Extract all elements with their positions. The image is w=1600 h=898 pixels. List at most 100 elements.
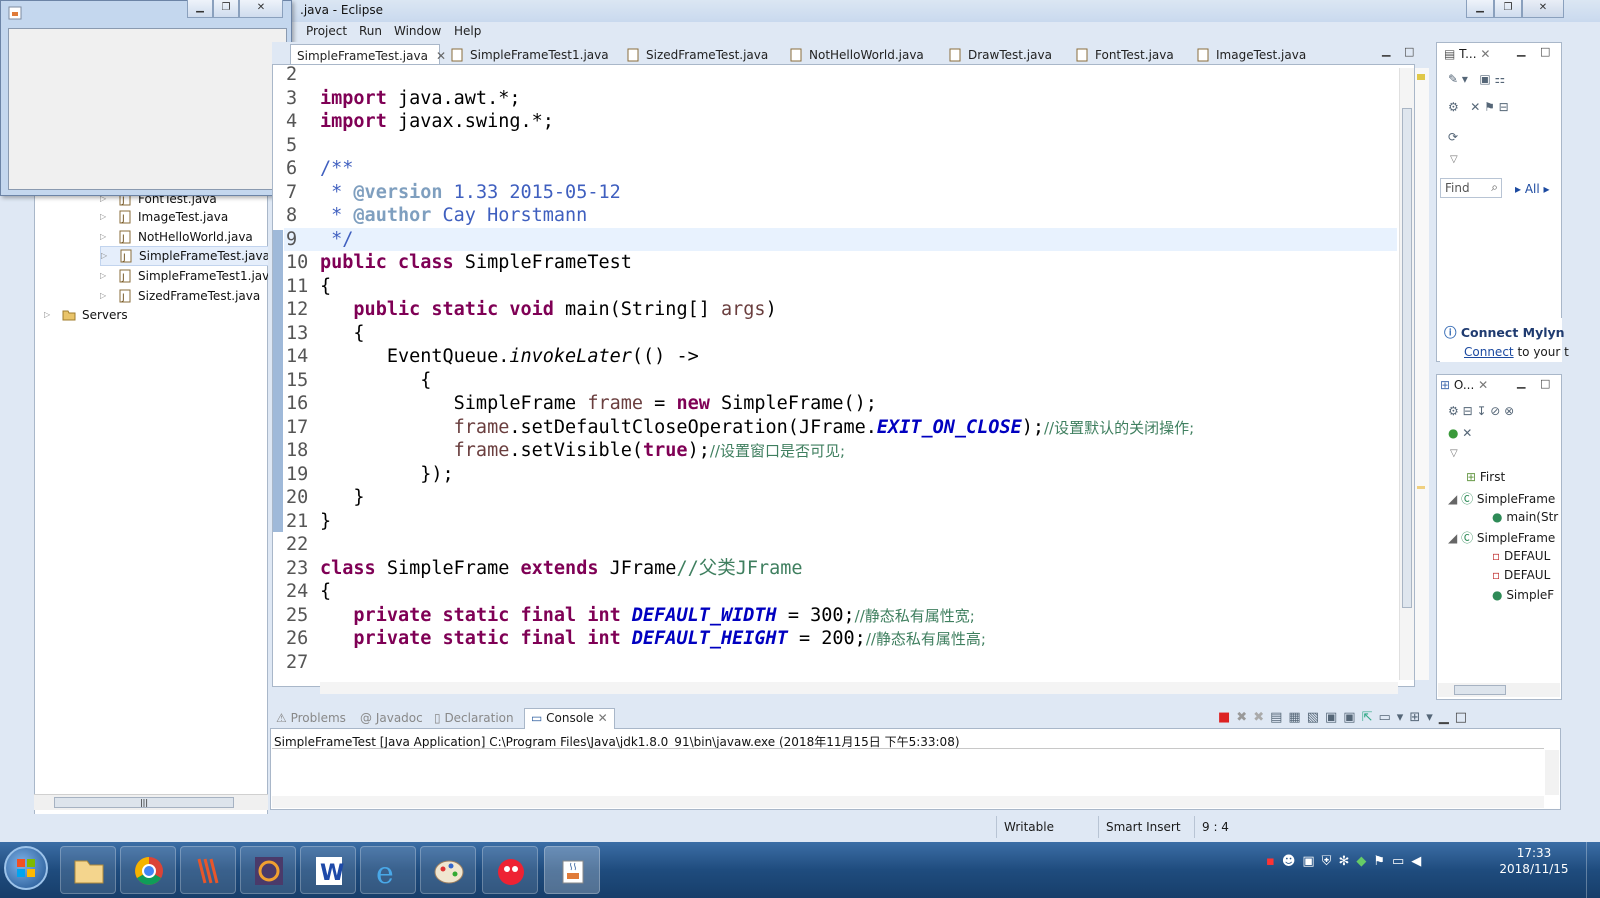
clock[interactable]: 17:33 2018/11/15 xyxy=(1488,846,1580,876)
tab-nothelloworld[interactable]: NotHelloWorld.java xyxy=(783,44,930,66)
view-menu-icon[interactable]: ▽ xyxy=(1450,154,1458,165)
tree-item-simpleframetest[interactable]: ▷ J SimpleFrameTest.java xyxy=(100,246,268,266)
tab-javadoc[interactable]: @ Javadoc xyxy=(360,711,423,725)
status-bar xyxy=(0,814,1600,842)
svg-text:J: J xyxy=(121,214,125,224)
pin-console-icon: ⇱ xyxy=(1361,710,1379,725)
minimize-icon: ▁ xyxy=(1438,710,1455,725)
outline-item-imports[interactable]: ⊞ First xyxy=(1466,470,1505,484)
paint-task-button[interactable] xyxy=(420,846,476,894)
left-hscrollbar[interactable]: ||| xyxy=(34,794,268,810)
tab-drawtest[interactable]: DrawTest.java xyxy=(942,44,1058,66)
minimize-icon[interactable]: ▁ xyxy=(1517,376,1525,389)
outline-item-field[interactable]: ▫ DEFAUL xyxy=(1492,549,1550,563)
java-task-button[interactable] xyxy=(544,846,600,894)
minimize-icon[interactable]: ▁ xyxy=(1517,44,1525,57)
code-line: 3 import java.awt.*; xyxy=(286,87,521,109)
code-line: 21} xyxy=(286,510,332,532)
maximize-icon[interactable]: □ xyxy=(1540,45,1550,58)
close-button[interactable]: ✕ xyxy=(1522,0,1564,18)
outline-item-method[interactable]: ● main(Str xyxy=(1492,510,1558,524)
maximize-button[interactable]: ❐ xyxy=(1494,0,1522,18)
explorer-task-button[interactable] xyxy=(60,846,116,894)
start-button[interactable] xyxy=(4,846,48,890)
code-line: 16 SimpleFrame frame = new SimpleFrame()… xyxy=(286,393,877,414)
svg-text:W: W xyxy=(320,861,344,886)
tab-sizedframetest[interactable]: SizedFrameTest.java xyxy=(620,44,774,66)
code-line: 7 * @version 1.33 2015-05-12 xyxy=(286,181,621,203)
outline-hscrollbar[interactable] xyxy=(1438,683,1560,697)
show-desktop-button[interactable] xyxy=(1586,842,1600,898)
outline-toolbar-2[interactable]: ● ✕ xyxy=(1448,426,1472,440)
tab-simpleframetest1[interactable]: SimpleFrameTest1.java xyxy=(444,44,615,66)
find-input[interactable]: Find ⌕ xyxy=(1440,178,1502,198)
code-line: 19 }); xyxy=(286,463,454,485)
app2-task-button[interactable] xyxy=(482,846,538,894)
menu-help[interactable]: Help xyxy=(454,24,481,38)
system-tray[interactable]: ▪☻▣⛨✻◆⚑▭◀ xyxy=(1266,854,1428,869)
javadoc-icon: @ xyxy=(360,711,372,725)
connect-link[interactable]: Connect xyxy=(1464,345,1514,359)
menu-run[interactable]: Run xyxy=(359,24,382,38)
code-line: 9 */ xyxy=(286,228,354,250)
red-mascot-icon xyxy=(498,859,524,885)
tab-console[interactable]: ▭ Console ✕ xyxy=(524,708,615,729)
maximize-icon[interactable]: □ xyxy=(1540,377,1550,390)
chrome-task-button[interactable] xyxy=(120,846,176,894)
info-icon: ⓘ xyxy=(1444,325,1457,340)
tab-imagetest[interactable]: ImageTest.java xyxy=(1190,44,1312,66)
tree-item-imagetest[interactable]: ▷ J ImageTest.java xyxy=(100,207,228,227)
tree-item-servers[interactable]: ▷ Servers xyxy=(44,305,128,325)
clock-time: 17:33 xyxy=(1516,846,1552,860)
tab-problems[interactable]: ⚠ Problems xyxy=(276,711,346,725)
code-line: 26 private static final int DEFAULT_HEIG… xyxy=(286,628,986,649)
outline-toolbar[interactable]: ⚙ ⊟ ↧ ⊘ ⊗ xyxy=(1448,404,1514,418)
console-toolbar[interactable]: ■✖✖▤▦▧▣▣⇱▭▾⊞▾▁□ xyxy=(1218,710,1473,725)
tree-item-simpleframetest1[interactable]: ▷ J SimpleFrameTest1.java xyxy=(100,266,268,286)
editor-minimize-icon[interactable]: ▁ xyxy=(1382,44,1390,57)
frame-maximize-button[interactable]: ❐ xyxy=(213,0,239,18)
app-task-button[interactable] xyxy=(180,846,236,894)
outline-item-class[interactable]: ◢ Ⓒ SimpleFrame xyxy=(1448,529,1555,546)
sync-icon[interactable]: ⟳ xyxy=(1448,130,1458,144)
eclipse-ee-task-button[interactable] xyxy=(240,846,296,894)
code-editor[interactable] xyxy=(272,64,1415,687)
java-file-icon: J xyxy=(119,230,131,244)
menu-window[interactable]: Window xyxy=(394,24,441,38)
tab-fonttest[interactable]: FontTest.java xyxy=(1069,44,1180,66)
task-toolbar-2[interactable]: ⚙ ✕ ⚑ ⊟ xyxy=(1448,100,1548,118)
editor-vscrollbar[interactable] xyxy=(1399,68,1414,680)
stripes-icon xyxy=(197,858,219,884)
code-line: 20 } xyxy=(286,487,365,508)
task-list-tab[interactable]: ▤ T... ✕ xyxy=(1444,47,1490,61)
paint-palette-icon xyxy=(434,860,464,884)
editor-maximize-icon[interactable]: □ xyxy=(1404,45,1414,58)
view-menu-icon[interactable]: ▽ xyxy=(1450,448,1458,459)
folder-icon xyxy=(74,860,104,884)
tab-declaration[interactable]: ▯ Declaration xyxy=(434,711,514,725)
all-link[interactable]: ▸ All ▸ xyxy=(1515,182,1550,196)
outline-tab[interactable]: ⊞ O... ✕ xyxy=(1440,378,1488,392)
overview-ruler[interactable] xyxy=(1415,68,1429,680)
console-vscrollbar[interactable] xyxy=(1545,750,1559,795)
menu-project[interactable]: Project xyxy=(306,24,347,38)
svg-text:J: J xyxy=(122,253,126,263)
minimize-button[interactable]: ▁ xyxy=(1466,0,1494,18)
word-task-button[interactable]: W xyxy=(300,846,356,894)
volume-icon: ◀ xyxy=(1411,854,1429,869)
ie-task-button[interactable]: e xyxy=(360,846,416,894)
outline-item-constructor[interactable]: ● SimpleF xyxy=(1492,588,1554,602)
outline-item-field[interactable]: ▫ DEFAUL xyxy=(1492,568,1550,582)
task-toolbar[interactable]: ✎ ▾ ▣ ⚏ xyxy=(1448,72,1548,90)
frame-close-button[interactable]: ✕ xyxy=(239,0,283,18)
flag-icon: ⚑ xyxy=(1373,854,1392,869)
frame-minimize-button[interactable]: ▁ xyxy=(187,0,213,18)
editor-hscrollbar[interactable] xyxy=(320,682,1398,694)
close-icon[interactable]: ✕ xyxy=(598,711,608,725)
outline-item-class[interactable]: ◢ Ⓒ SimpleFrame xyxy=(1448,490,1555,507)
console-hscrollbar[interactable] xyxy=(272,796,1544,808)
remove-all-icon: ✖ xyxy=(1253,710,1271,725)
tree-item-nothelloworld[interactable]: ▷ J NotHelloWorld.java xyxy=(100,227,253,247)
tree-item-sizedframetest[interactable]: ▷ J SizedFrameTest.java xyxy=(100,286,260,306)
code-line: 5 xyxy=(286,134,298,156)
